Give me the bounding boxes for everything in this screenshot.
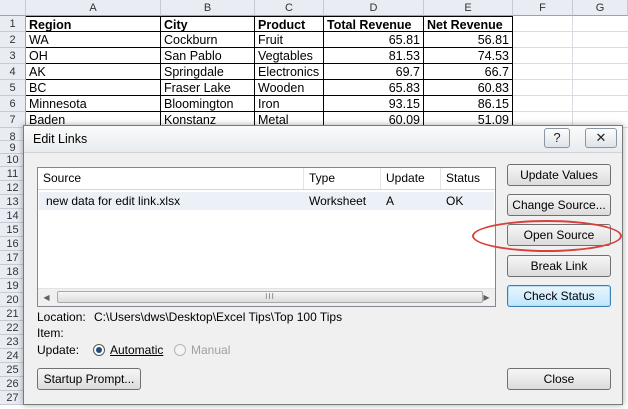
open-source-highlight-ring <box>472 220 622 252</box>
item-label: Item: <box>37 326 64 340</box>
startup-prompt-button[interactable]: Startup Prompt... <box>37 368 141 390</box>
cell-city[interactable]: Cockburn <box>161 32 255 48</box>
edit-links-dialog: Edit Links ? ✕ Source Type Update Status… <box>23 125 623 405</box>
column-header-g[interactable]: G <box>573 0 628 16</box>
dialog-titlebar[interactable]: Edit Links ? ✕ <box>24 126 622 153</box>
cell-product[interactable]: Electronics <box>255 64 324 80</box>
close-button[interactable]: Close <box>507 368 611 390</box>
select-all-corner[interactable] <box>0 0 26 16</box>
update-label: Update: <box>37 343 80 357</box>
cell-region[interactable]: Minnesota <box>26 96 161 112</box>
cell-product[interactable]: Vegtables <box>255 48 324 64</box>
cell-total-revenue[interactable]: 93.15 <box>324 96 424 112</box>
column-header-status[interactable]: Status <box>441 168 496 189</box>
row-header[interactable]: 5 <box>0 80 26 96</box>
row-header[interactable]: 1 <box>0 16 26 32</box>
cell-b1[interactable]: City <box>161 16 255 32</box>
link-update: A <box>386 194 395 208</box>
cell-net-revenue[interactable]: 56.81 <box>424 32 513 48</box>
cell-a1[interactable]: Region <box>26 16 161 32</box>
column-header-update[interactable]: Update <box>381 168 441 189</box>
close-window-button[interactable]: ✕ <box>585 128 617 148</box>
cell-product[interactable]: Wooden <box>255 80 324 96</box>
column-header-a[interactable]: A <box>26 0 161 16</box>
automatic-label[interactable]: Automatic <box>110 343 163 357</box>
scroll-left-icon[interactable]: ◀ <box>38 289 55 306</box>
link-type: Worksheet <box>309 194 367 208</box>
column-header-type[interactable]: Type <box>304 168 381 189</box>
change-source-button[interactable]: Change Source... <box>507 194 611 216</box>
horizontal-scrollbar[interactable]: ◀ III ▶ <box>38 288 495 306</box>
row-header[interactable]: 2 <box>0 32 26 48</box>
cell-city[interactable]: Springdale <box>161 64 255 80</box>
break-link-button[interactable]: Break Link <box>507 255 611 277</box>
links-list[interactable]: Source Type Update Status new data for e… <box>37 167 496 307</box>
column-header-c[interactable]: C <box>255 0 324 16</box>
row-header[interactable]: 3 <box>0 48 26 64</box>
cell-total-revenue[interactable]: 81.53 <box>324 48 424 64</box>
cell-e1[interactable]: Net Revenue <box>424 16 513 32</box>
cell-net-revenue[interactable]: 66.7 <box>424 64 513 80</box>
cell-region[interactable]: OH <box>26 48 161 64</box>
link-status: OK <box>446 194 464 208</box>
cell-region[interactable]: BC <box>26 80 161 96</box>
dialog-title: Edit Links <box>33 132 88 146</box>
cell-product[interactable]: Fruit <box>255 32 324 48</box>
cell-region[interactable]: WA <box>26 32 161 48</box>
row-header[interactable]: 4 <box>0 64 26 80</box>
column-header-f[interactable]: F <box>513 0 573 16</box>
automatic-radio[interactable] <box>93 344 105 356</box>
scroll-thumb[interactable]: III <box>57 291 483 303</box>
cell-city[interactable]: San Pablo <box>161 48 255 64</box>
row-header[interactable]: 6 <box>0 96 26 112</box>
cell-city[interactable]: Fraser Lake <box>161 80 255 96</box>
cell-product[interactable]: Iron <box>255 96 324 112</box>
column-header-e[interactable]: E <box>424 0 513 16</box>
scroll-right-icon[interactable]: ▶ <box>478 289 495 306</box>
cell-c1[interactable]: Product <box>255 16 324 32</box>
cell-net-revenue[interactable]: 74.53 <box>424 48 513 64</box>
manual-radio[interactable] <box>174 344 186 356</box>
empty-grid-area <box>513 16 628 128</box>
cell-net-revenue[interactable]: 60.83 <box>424 80 513 96</box>
list-item[interactable]: new data for edit link.xlsx Worksheet A … <box>39 192 494 210</box>
cell-total-revenue[interactable]: 69.7 <box>324 64 424 80</box>
help-icon: ? <box>553 130 561 145</box>
help-button[interactable]: ? <box>544 128 570 148</box>
location-label: Location: <box>37 310 86 324</box>
link-source: new data for edit link.xlsx <box>46 194 181 208</box>
column-header-b[interactable]: B <box>161 0 255 16</box>
update-values-button[interactable]: Update Values <box>507 164 611 186</box>
check-status-button[interactable]: Check Status <box>507 285 611 307</box>
column-header-d[interactable]: D <box>324 0 424 16</box>
location-value: C:\Users\dws\Desktop\Excel Tips\Top 100 … <box>94 310 343 324</box>
cell-total-revenue[interactable]: 65.81 <box>324 32 424 48</box>
cell-total-revenue[interactable]: 65.83 <box>324 80 424 96</box>
links-list-header: Source Type Update Status <box>38 168 495 190</box>
cell-d1[interactable]: Total Revenue <box>324 16 424 32</box>
cell-net-revenue[interactable]: 86.15 <box>424 96 513 112</box>
cell-region[interactable]: AK <box>26 64 161 80</box>
manual-label: Manual <box>191 343 231 357</box>
cell-city[interactable]: Bloomington <box>161 96 255 112</box>
column-header-source[interactable]: Source <box>38 168 304 189</box>
close-icon: ✕ <box>595 130 607 145</box>
